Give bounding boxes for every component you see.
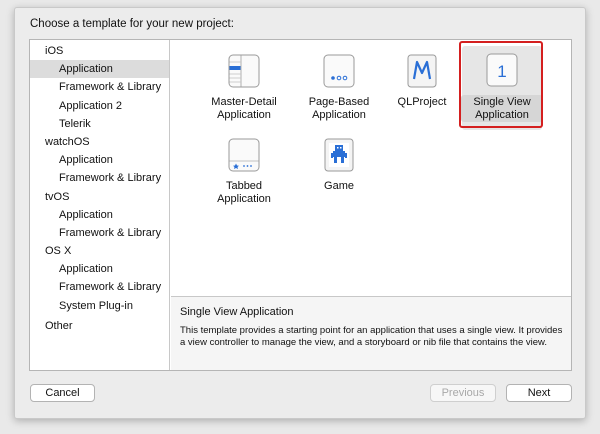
- sidebar-category-other[interactable]: Other: [30, 317, 169, 335]
- tabbed-icon: [228, 138, 260, 172]
- sidebar-item-ios-telerik[interactable]: Telerik: [30, 115, 169, 133]
- previous-button[interactable]: Previous: [430, 384, 496, 402]
- template-grid: Master-Detail Application Page-Based App…: [171, 40, 571, 296]
- qlproject-icon: [407, 54, 437, 88]
- new-project-dialog: Choose a template for your new project: …: [14, 7, 586, 419]
- template-master-detail[interactable]: Master-Detail Application: [203, 44, 285, 132]
- template-page-based[interactable]: Page-Based Application: [298, 44, 380, 132]
- master-detail-icon: [228, 54, 260, 88]
- template-label: QLProject: [397, 96, 447, 108]
- description-title: Single View Application: [180, 306, 294, 318]
- template-qlproject[interactable]: QLProject: [381, 44, 463, 132]
- sidebar-item-tvos-framework-library[interactable]: Framework & Library: [30, 224, 169, 242]
- template-label: Master-Detail Application: [211, 96, 277, 121]
- platform-sidebar: iOS Application Framework & Library Appl…: [30, 40, 170, 370]
- selection-highlight: [459, 41, 543, 128]
- sidebar-item-watchos-application[interactable]: Application: [30, 151, 169, 169]
- sidebar-category-ios[interactable]: iOS: [30, 42, 169, 60]
- template-label: Game: [324, 180, 354, 192]
- template-panel: iOS Application Framework & Library Appl…: [29, 39, 572, 371]
- template-label: Tabbed Application: [217, 180, 271, 205]
- sidebar-item-watchos-framework-library[interactable]: Framework & Library: [30, 169, 169, 187]
- template-game[interactable]: Game: [298, 128, 380, 216]
- sidebar-category-watchos[interactable]: watchOS: [30, 133, 169, 151]
- page-based-icon: [323, 54, 355, 88]
- sidebar-category-osx[interactable]: OS X: [30, 242, 169, 260]
- template-description: Single View Application This template pr…: [171, 296, 571, 370]
- sidebar-item-osx-system-plugin[interactable]: System Plug-in: [30, 297, 169, 315]
- sidebar-item-osx-application[interactable]: Application: [30, 260, 169, 278]
- sidebar-item-tvos-application[interactable]: Application: [30, 206, 169, 224]
- sidebar-item-ios-framework-library[interactable]: Framework & Library: [30, 78, 169, 96]
- sidebar-item-ios-application[interactable]: Application: [30, 60, 169, 79]
- template-label: Page-Based Application: [308, 96, 370, 121]
- cancel-button[interactable]: Cancel: [30, 384, 95, 402]
- next-button[interactable]: Next: [506, 384, 572, 402]
- dialog-prompt: Choose a template for your new project:: [30, 18, 234, 30]
- template-tabbed[interactable]: Tabbed Application: [203, 128, 285, 216]
- sidebar-item-ios-application-2[interactable]: Application 2: [30, 97, 169, 115]
- description-text: This template provides a starting point …: [180, 325, 563, 348]
- sidebar-item-osx-framework-library[interactable]: Framework & Library: [30, 278, 169, 296]
- sidebar-category-tvos[interactable]: tvOS: [30, 188, 169, 206]
- game-icon: [324, 138, 354, 172]
